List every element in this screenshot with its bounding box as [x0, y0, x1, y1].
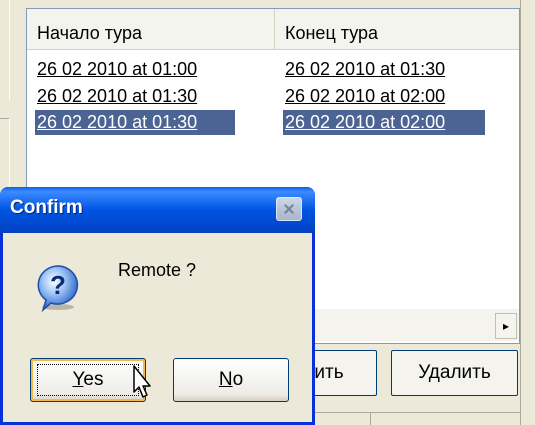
- delete-button[interactable]: Удалить: [391, 350, 518, 396]
- row-end-time: 26 02 2010 at 01:30: [285, 59, 446, 79]
- row-start-time: 26 02 2010 at 01:30: [37, 86, 198, 106]
- status-divider: [370, 412, 371, 425]
- dialog-titlebar[interactable]: Confirm: [0, 187, 315, 233]
- no-button[interactable]: No: [173, 358, 289, 402]
- list-row[interactable]: 26 02 2010 at 01:00 26 02 2010 at 01:30: [27, 57, 521, 82]
- focus-rectangle: [37, 364, 139, 396]
- scroll-right-icon[interactable]: ▸: [495, 313, 517, 339]
- row-end-time: 26 02 2010 at 02:00: [283, 110, 485, 135]
- window-frame-left: [0, 0, 10, 100]
- close-icon[interactable]: [276, 197, 302, 221]
- dialog-message: Remote ?: [118, 260, 197, 280]
- svg-text:?: ?: [50, 270, 66, 300]
- question-icon: ?: [37, 265, 79, 313]
- mouse-pointer-icon: [133, 365, 151, 398]
- status-strip: [297, 412, 520, 425]
- column-header-end[interactable]: Конец тура: [275, 9, 521, 49]
- no-label: o: [232, 369, 244, 390]
- no-mnemonic: N: [218, 369, 233, 390]
- window-frame-left-lower: [0, 118, 10, 198]
- window-frame-right: [520, 0, 535, 425]
- column-header-start[interactable]: Начало тура: [27, 9, 275, 49]
- list-header: Начало тура Конец тура: [27, 9, 519, 50]
- row-start-time: 26 02 2010 at 01:00: [37, 59, 198, 79]
- list-row-selected[interactable]: 26 02 2010 at 01:30 26 02 2010 at 02:00: [27, 110, 521, 135]
- list-row[interactable]: 26 02 2010 at 01:30 26 02 2010 at 02:00: [27, 84, 521, 109]
- horizontal-scrollbar[interactable]: ▸: [297, 308, 519, 341]
- dialog-title: Confirm: [10, 197, 83, 218]
- confirm-dialog: Confirm ? Remote ? Yes No: [0, 187, 315, 425]
- row-start-time: 26 02 2010 at 01:30: [35, 110, 235, 135]
- row-end-time: 26 02 2010 at 02:00: [285, 86, 446, 106]
